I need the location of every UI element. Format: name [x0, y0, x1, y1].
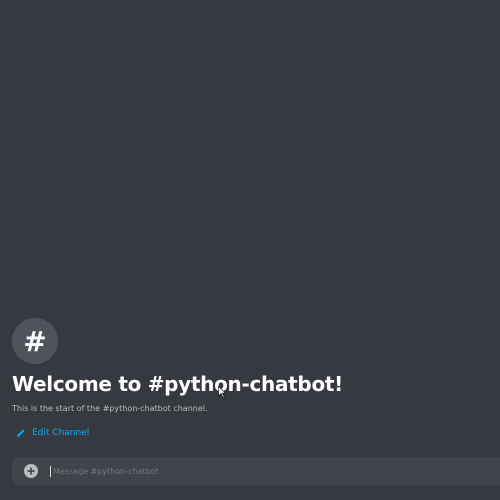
welcome-title: Welcome to #python-chatbot!: [12, 372, 343, 396]
plus-circle-icon[interactable]: [24, 464, 38, 478]
message-composer: [12, 457, 500, 485]
message-input[interactable]: [50, 465, 455, 477]
pencil-icon: [17, 429, 25, 437]
plus-icon: [27, 467, 35, 475]
edit-channel-label: Edit Channel: [32, 428, 90, 438]
channel-intro: # Welcome to #python-chatbot! This is th…: [12, 318, 492, 438]
edit-channel-button[interactable]: Edit Channel: [16, 428, 492, 438]
welcome-subtitle: This is the start of the #python-chatbot…: [12, 404, 208, 413]
hash-symbol: #: [23, 324, 47, 358]
channel-hash-icon: #: [12, 318, 58, 364]
chat-window: # Welcome to #python-chatbot! This is th…: [0, 0, 500, 500]
mouse-cursor-icon: [218, 386, 226, 398]
